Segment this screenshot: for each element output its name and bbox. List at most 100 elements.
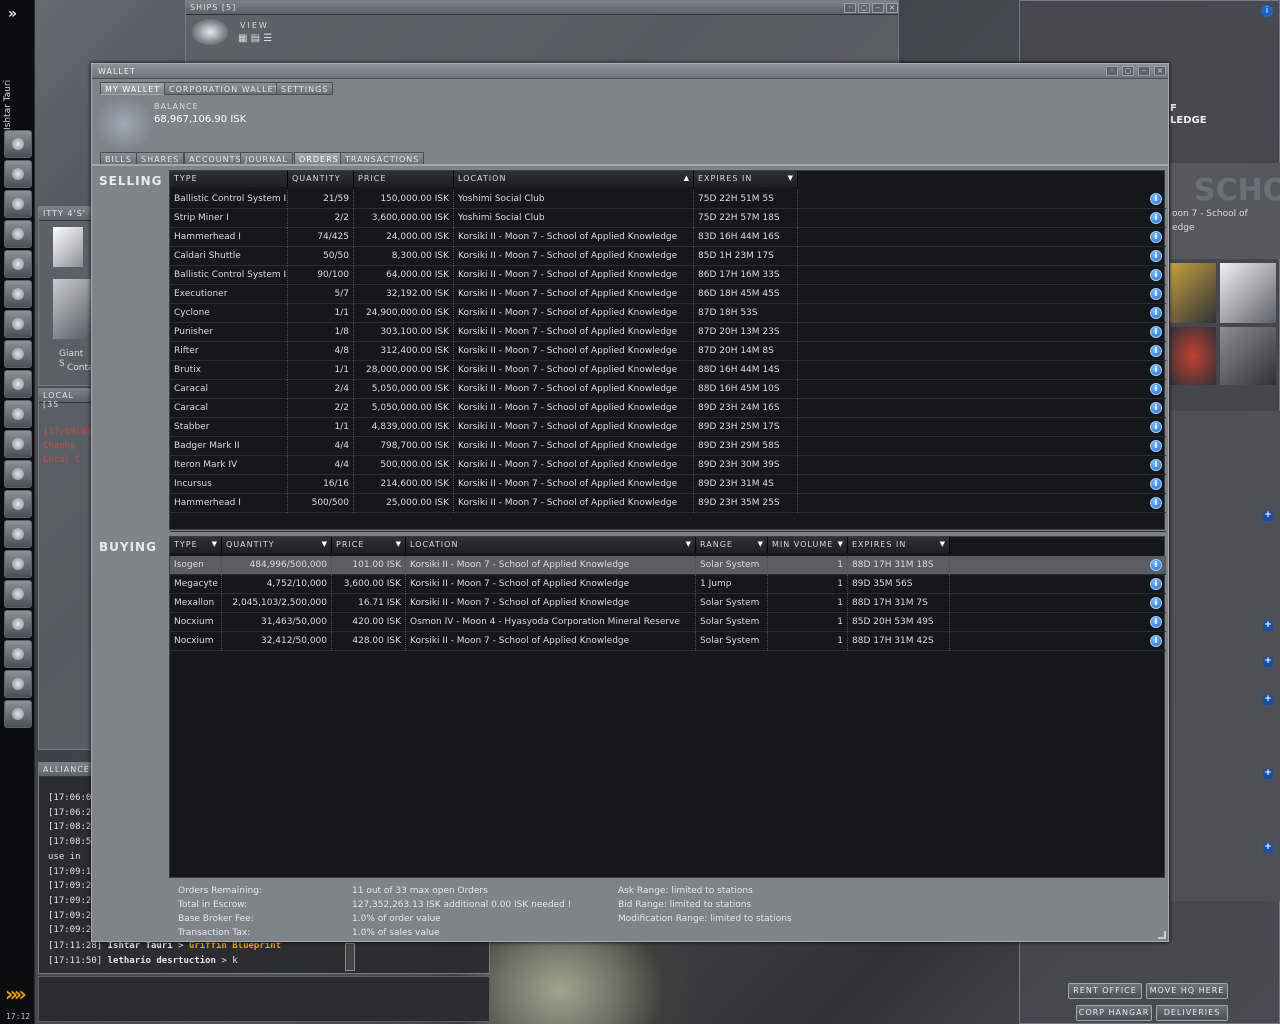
expand-icon[interactable]: +: [1263, 511, 1273, 521]
settings-icon[interactable]: ○: [1122, 66, 1134, 76]
minimize-icon[interactable]: –: [1138, 66, 1150, 76]
neocom-button-icon[interactable]: [4, 670, 32, 698]
column-header-min-volume[interactable]: MIN VOLUME ▼: [768, 537, 848, 553]
table-row[interactable]: Incursus 16/16 214,600.00 ISK Korsiki II - …: [170, 475, 1166, 494]
sort-arrow-icon[interactable]: ▼: [940, 540, 946, 548]
table-row[interactable]: Punisher 1/8 303,100.00 ISK Korsiki II - Mo…: [170, 323, 1166, 342]
sort-arrow-icon[interactable]: ▼: [212, 540, 218, 548]
move-hq-button[interactable]: MOVE HQ HERE: [1146, 983, 1228, 999]
chat-input-field[interactable]: [38, 976, 490, 1022]
table-row[interactable]: Cyclone 1/1 24,900,000.00 ISK Korsiki II - …: [170, 304, 1166, 323]
info-icon[interactable]: i: [1150, 440, 1162, 452]
column-header-location[interactable]: LOCATION ▲: [454, 171, 694, 187]
info-icon[interactable]: i: [1150, 402, 1162, 414]
service-icon[interactable]: [1170, 327, 1216, 385]
sort-arrow-icon[interactable]: ▼: [838, 540, 844, 548]
table-row[interactable]: Ballistic Control System I 90/100 64,000.0…: [170, 266, 1166, 285]
table-row[interactable]: Rifter 4/8 312,400.00 ISK Korsiki II - Moon…: [170, 342, 1166, 361]
table-row[interactable]: Mexallon 2,045,103/2,500,000 16.71 ISK Kors…: [170, 594, 1166, 613]
table-row[interactable]: Executioner 5/7 32,192.00 ISK Korsiki II - …: [170, 285, 1166, 304]
column-header-type[interactable]: TYPE: [170, 171, 288, 187]
close-icon[interactable]: ×: [886, 3, 898, 13]
info-icon[interactable]: i: [1150, 326, 1162, 338]
sort-arrow-icon[interactable]: ▼: [686, 540, 692, 548]
deliveries-button[interactable]: DELIVERIES: [1156, 1005, 1228, 1021]
sort-arrow-icon[interactable]: ▼: [396, 540, 402, 548]
neocom-button-icon[interactable]: [4, 490, 32, 518]
table-row[interactable]: Megacyte 4,752/10,000 3,600.00 ISK Korsiki …: [170, 575, 1166, 594]
ships-window-title[interactable]: SHIPS [5]: [186, 1, 898, 15]
table-row[interactable]: Caldari Shuttle 50/50 8,300.00 ISK Korsiki …: [170, 247, 1166, 266]
info-icon[interactable]: i: [1150, 616, 1162, 628]
menu-chevron-icon[interactable]: »»: [5, 982, 27, 1006]
service-icon[interactable]: [1220, 327, 1276, 385]
column-header-quantity[interactable]: QUANTITY: [288, 171, 354, 187]
info-icon[interactable]: i: [1150, 597, 1162, 609]
tab-settings[interactable]: SETTINGS: [276, 82, 334, 95]
sort-arrow-icon[interactable]: ▲: [684, 174, 690, 182]
info-icon[interactable]: i: [1150, 307, 1162, 319]
local-panel-title[interactable]: LOCAL [35: [39, 389, 91, 409]
info-icon[interactable]: i: [1150, 578, 1162, 590]
table-row[interactable]: Nocxium 31,463/50,000 420.00 ISK Osmon IV -…: [170, 613, 1166, 632]
neocom-button-icon[interactable]: [4, 520, 32, 548]
info-icon[interactable]: i: [1150, 231, 1162, 243]
neocom-button-icon[interactable]: [4, 430, 32, 458]
info-icon[interactable]: i: [1150, 635, 1162, 647]
info-icon[interactable]: i: [1150, 250, 1162, 262]
sort-arrow-icon[interactable]: ▼: [758, 540, 764, 548]
neocom-button-icon[interactable]: [4, 700, 32, 728]
neocom-button-icon[interactable]: [4, 160, 32, 188]
sort-arrow-icon[interactable]: ▼: [788, 174, 794, 182]
minimize-icon[interactable]: –: [872, 3, 884, 13]
itty-panel-title[interactable]: ITTY 4'S': [39, 207, 91, 221]
settings-icon[interactable]: ○: [858, 3, 870, 13]
neocom-button-icon[interactable]: [4, 130, 32, 158]
expand-icon[interactable]: +: [1263, 769, 1273, 779]
info-icon[interactable]: i: [1261, 5, 1273, 17]
service-icon[interactable]: [1170, 263, 1216, 323]
info-icon[interactable]: i: [1150, 497, 1162, 509]
neocom-button-icon[interactable]: [4, 220, 32, 248]
column-header-location[interactable]: LOCATION ▼: [406, 537, 696, 553]
neocom-button-icon[interactable]: [4, 580, 32, 608]
info-icon[interactable]: i: [1150, 459, 1162, 471]
column-header-expires[interactable]: EXPIRES IN ▼: [848, 537, 950, 553]
table-row[interactable]: Hammerhead I 74/425 24,000.00 ISK Korsiki I…: [170, 228, 1166, 247]
info-icon[interactable]: i: [1150, 383, 1162, 395]
neocom-button-icon[interactable]: [4, 610, 32, 638]
info-icon[interactable]: i: [1150, 193, 1162, 205]
pilot-name[interactable]: Ishtar Tauri: [3, 70, 17, 130]
rent-office-button[interactable]: RENT OFFICE: [1068, 983, 1142, 999]
table-row[interactable]: Strip Miner I 2/2 3,600,000.00 ISK Yoshimi …: [170, 209, 1166, 228]
alliance-panel-title[interactable]: ALLIANCE: [39, 763, 95, 777]
column-header-range[interactable]: RANGE ▼: [696, 537, 768, 553]
table-row[interactable]: Hammerhead I 500/500 25,000.00 ISK Korsiki …: [170, 494, 1166, 513]
service-icon[interactable]: [1220, 263, 1276, 323]
info-icon[interactable]: i: [1150, 288, 1162, 300]
wallet-title[interactable]: WALLET: [92, 64, 1168, 79]
expand-sidebar-icon[interactable]: »: [8, 6, 17, 22]
expand-icon[interactable]: +: [1263, 657, 1273, 667]
table-row[interactable]: Ballistic Control System I 21/59 150,000.0…: [170, 190, 1166, 209]
info-icon[interactable]: i: [1150, 269, 1162, 281]
table-row[interactable]: Isogen 484,996/500,000 101.00 ISK Korsiki I…: [170, 556, 1166, 575]
corp-hangar-button[interactable]: CORP HANGAR: [1076, 1005, 1152, 1021]
neocom-button-icon[interactable]: [4, 550, 32, 578]
neocom-button-icon[interactable]: [4, 460, 32, 488]
column-header-quantity[interactable]: QUANTITY ▼: [222, 537, 332, 553]
resize-handle[interactable]: [1158, 931, 1166, 939]
chat-scrollbar[interactable]: [345, 943, 355, 971]
view-mode-icons[interactable]: ▦ ▤ ☰: [238, 33, 272, 44]
neocom-button-icon[interactable]: [4, 640, 32, 668]
info-icon[interactable]: i: [1150, 478, 1162, 490]
sort-arrow-icon[interactable]: ▼: [322, 540, 328, 548]
tab-corporation-wallet[interactable]: CORPORATION WALLET: [164, 82, 285, 95]
table-row[interactable]: Caracal 2/4 5,050,000.00 ISK Korsiki II - M…: [170, 380, 1166, 399]
info-icon[interactable]: i: [1150, 559, 1162, 571]
pin-icon[interactable]: ◦: [844, 3, 856, 13]
info-icon[interactable]: i: [1150, 364, 1162, 376]
neocom-button-icon[interactable]: [4, 250, 32, 278]
expand-icon[interactable]: +: [1263, 843, 1273, 853]
table-row[interactable]: Brutix 1/1 28,000,000.00 ISK Korsiki II - M…: [170, 361, 1166, 380]
